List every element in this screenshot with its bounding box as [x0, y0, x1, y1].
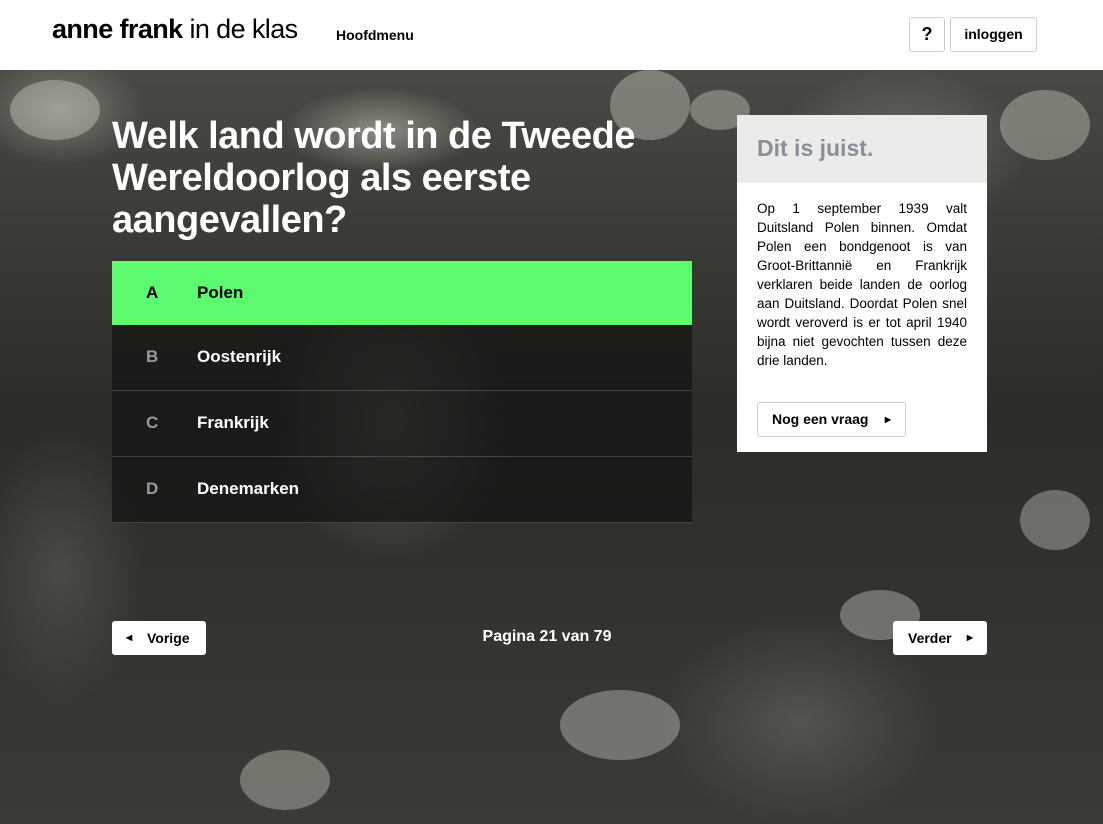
answer-text: Polen	[197, 283, 244, 302]
question-title: Welk land wordt in de Tweede Wereldoorlo…	[112, 115, 636, 241]
help-button[interactable]: ?	[909, 17, 945, 52]
photo-highlight	[240, 750, 330, 810]
logo-bold-text: anne frank	[52, 14, 183, 44]
photo-highlight	[1020, 490, 1090, 550]
feedback-explanation: Op 1 september 1939 valt Duitsland Polen…	[757, 201, 967, 368]
answer-text: Oostenrijk	[197, 347, 282, 366]
photo-highlight	[1000, 90, 1090, 160]
answer-option-a[interactable]: A Polen	[112, 261, 692, 325]
next-button[interactable]: Verder ▶	[893, 621, 987, 655]
photo-highlight	[560, 690, 680, 760]
logo-light-text: in de klas	[182, 14, 298, 44]
triangle-left-icon: ◀	[126, 633, 133, 642]
answer-list: A Polen B Oostenrijk C Frankrijk D Denem…	[112, 261, 692, 523]
answer-letter: B	[146, 347, 159, 366]
answer-text: Frankrijk	[197, 413, 269, 432]
page-indicator: Pagina 21 van 79	[482, 628, 612, 645]
main-menu-link[interactable]: Hoofdmenu	[336, 27, 414, 43]
answer-option-b[interactable]: B Oostenrijk	[112, 325, 692, 391]
triangle-right-icon: ▶	[966, 633, 973, 642]
next-question-button[interactable]: Nog een vraag ▶	[757, 402, 906, 437]
previous-button[interactable]: ◀ Vorige	[112, 621, 206, 655]
answer-option-d[interactable]: D Denemarken	[112, 457, 692, 523]
triangle-right-icon: ▶	[884, 415, 891, 424]
answer-option-c[interactable]: C Frankrijk	[112, 391, 692, 457]
answer-letter: C	[146, 413, 159, 432]
login-button[interactable]: inloggen	[950, 17, 1037, 52]
photo-highlight	[10, 80, 100, 140]
next-label: Verder	[908, 630, 952, 646]
answer-letter: A	[146, 283, 159, 302]
feedback-panel: Dit is juist. Op 1 september 1939 valt D…	[737, 115, 987, 452]
site-logo[interactable]: anne frank in de klas	[52, 14, 298, 45]
answer-text: Denemarken	[197, 479, 300, 498]
site-header: anne frank in de klas Hoofdmenu ? inlogg…	[0, 0, 1103, 70]
next-question-label: Nog een vraag	[772, 411, 869, 427]
feedback-title: Dit is juist.	[737, 115, 987, 183]
answer-letter: D	[146, 479, 159, 498]
previous-label: Vorige	[147, 630, 190, 646]
